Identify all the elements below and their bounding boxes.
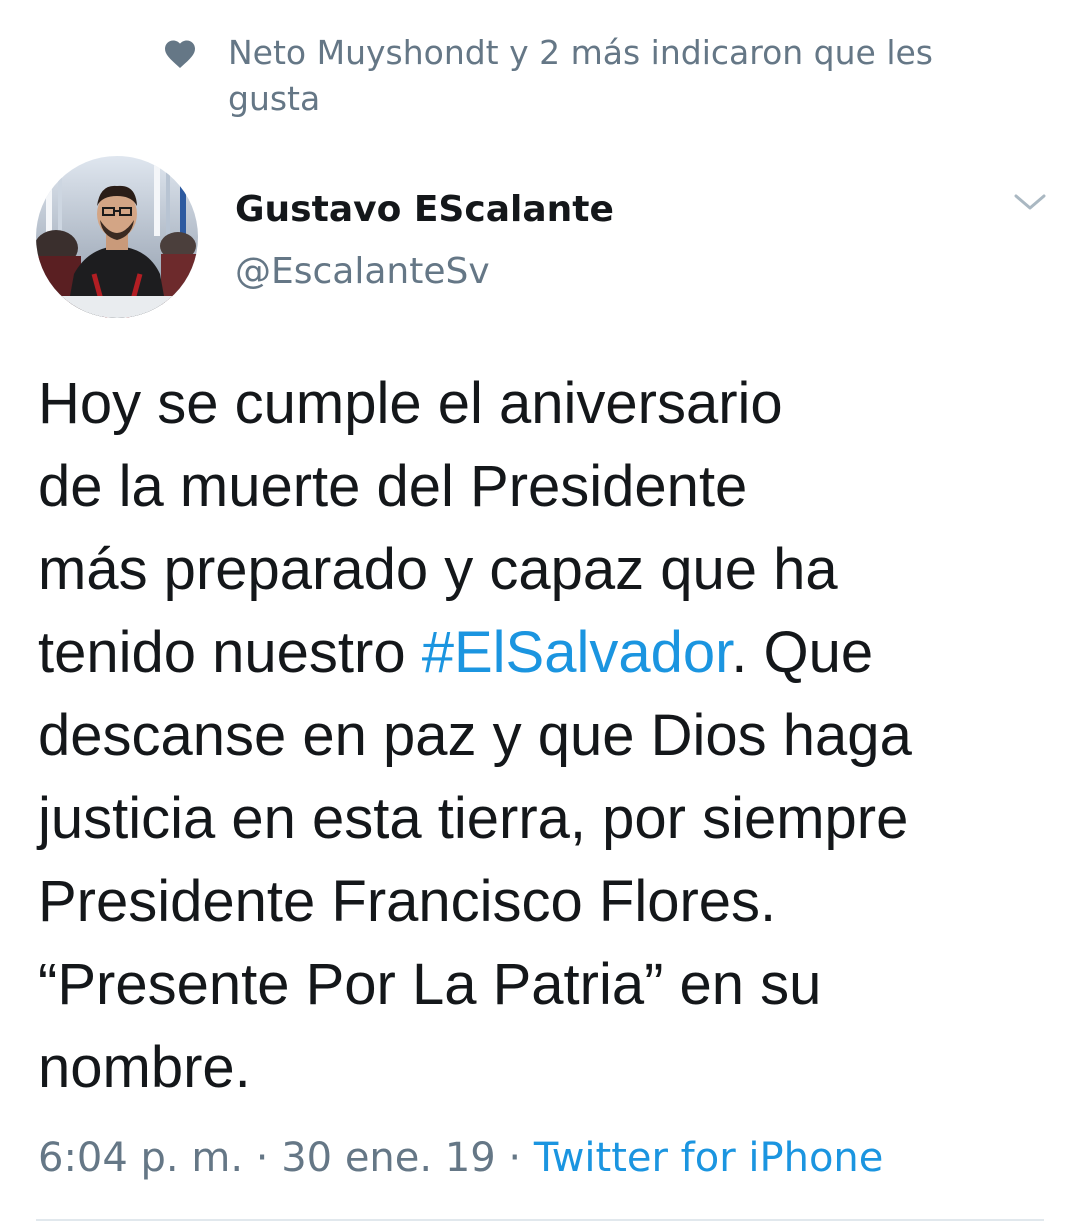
chevron-down-icon[interactable] — [1010, 186, 1050, 218]
heart-icon — [165, 40, 195, 69]
hashtag-link[interactable]: #ElSalvador — [422, 620, 732, 685]
social-context[interactable]: Neto Muyshondt y 2 más indicaron que les… — [162, 30, 1022, 122]
tweet-line: “Presente Por La Patria” en su — [38, 952, 822, 1017]
meta-separator: · — [495, 1135, 534, 1181]
tweet-line: Hoy se cumple el aniversario — [38, 371, 783, 436]
author-handle[interactable]: @EscalanteSv — [235, 248, 490, 296]
tweet-text-segment: . Que — [731, 620, 874, 685]
social-context-text: Neto Muyshondt y 2 más indicaron que les… — [228, 33, 933, 118]
tweet-line: justicia en esta tierra, por siempre — [38, 786, 909, 851]
avatar[interactable] — [36, 156, 198, 318]
meta-separator: · — [243, 1135, 282, 1181]
tweet-line: de la muerte del Presidente — [38, 454, 748, 519]
tweet-text: Hoy se cumple el aniversario de la muert… — [38, 362, 1048, 1109]
author-name[interactable]: Gustavo EScalante — [235, 186, 614, 234]
avatar-image — [36, 156, 198, 318]
tweet-time: 6:04 p. m. — [38, 1135, 244, 1181]
tweet-text-segment: tenido nuestro — [38, 620, 422, 685]
tweet-meta: 6:04 p. m. · 30 ene. 19 · Twitter for iP… — [38, 1130, 883, 1186]
tweet-line: descanse en paz y que Dios haga — [38, 703, 912, 768]
tweet-source-link[interactable]: Twitter for iPhone — [534, 1135, 884, 1181]
tweet-line: nombre. — [38, 1035, 251, 1100]
tweet-line: Presidente Francisco Flores. — [38, 869, 777, 934]
divider — [36, 1219, 1044, 1221]
tweet-line: tenido nuestro #ElSalvador. Que — [38, 611, 1048, 694]
tweet-line: más preparado y capaz que ha — [38, 537, 838, 602]
tweet-date: 30 ene. 19 — [281, 1135, 496, 1181]
